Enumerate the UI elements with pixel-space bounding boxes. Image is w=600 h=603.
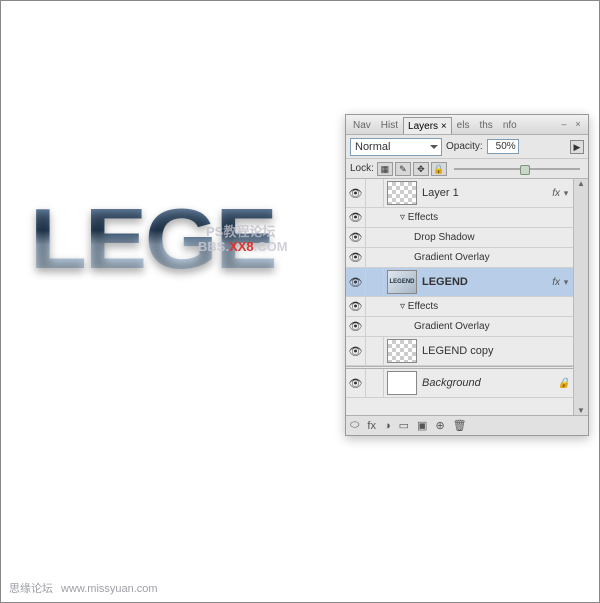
visibility-toggle[interactable]: 👁 [346, 337, 366, 365]
effects-row[interactable]: 👁▿ Effects [346, 208, 573, 228]
scroll-up-icon[interactable]: ▲ [577, 179, 585, 188]
effect-item[interactable]: 👁Gradient Overlay [346, 248, 573, 268]
footer-icon-2[interactable]: ◑ [384, 420, 391, 432]
visibility-toggle[interactable]: 👁 [346, 268, 366, 296]
footer-icon-6[interactable]: 🗑 [453, 419, 467, 432]
opacity-slider[interactable] [454, 166, 580, 172]
visibility-toggle[interactable]: 👁 [346, 179, 366, 207]
layer-name[interactable]: Layer 1 [422, 187, 552, 199]
panel-tab-nav[interactable]: Nav [348, 116, 376, 133]
effects-toggle[interactable]: ▾ [563, 277, 573, 288]
scroll-down-icon[interactable]: ▼ [577, 406, 585, 415]
panel-footer: ⬭ fx ◑ ▭ ▣ ⊕ 🗑 [346, 415, 588, 435]
visibility-toggle[interactable]: 👁 [346, 208, 366, 227]
visibility-toggle[interactable]: 👁 [346, 317, 366, 336]
panel-minimize-icon[interactable]: – [558, 119, 570, 131]
panel-tab-ths[interactable]: ths [474, 116, 497, 133]
watermark-cn: PS教程论坛 [206, 221, 275, 240]
effect-item[interactable]: 👁Gradient Overlay [346, 317, 573, 337]
panel-tab-hist[interactable]: Hist [376, 116, 403, 133]
layer-list: 👁Layer 1fx▾👁▿ Effects👁Drop Shadow👁Gradie… [346, 179, 573, 415]
layer-thumbnail[interactable] [387, 181, 417, 205]
layer-thumbnail[interactable] [387, 371, 417, 395]
lock-option-2[interactable]: ✥ [413, 162, 429, 176]
opacity-label: Opacity: [446, 141, 483, 152]
effects-row[interactable]: 👁▿ Effects [346, 297, 573, 317]
blend-mode-select[interactable]: Normal [350, 138, 442, 156]
visibility-toggle[interactable]: 👁 [346, 248, 366, 267]
footer-icon-3[interactable]: ▭ [399, 419, 409, 432]
layer-thumbnail[interactable] [387, 339, 417, 363]
lock-option-3[interactable]: 🔒 [431, 162, 447, 176]
panel-tab-els[interactable]: els [452, 116, 475, 133]
lock-option-1[interactable]: ✎ [395, 162, 411, 176]
visibility-toggle[interactable]: 👁 [346, 297, 366, 316]
layer-row[interactable]: 👁 Layer 1fx▾ [346, 179, 573, 208]
layer-name[interactable]: Background [422, 377, 558, 389]
panel-tab-layers[interactable]: Layers × [403, 117, 452, 134]
footer-icon-0[interactable]: ⬭ [350, 419, 359, 432]
layer-row[interactable]: 👁 Background🔒 [346, 369, 573, 398]
layer-name[interactable]: LEGEND copy [422, 345, 573, 357]
layers-panel: NavHistLayers ×elsthsnfo – × Normal Opac… [345, 114, 589, 436]
lock-option-0[interactable]: ▦ [377, 162, 393, 176]
layer-name[interactable]: LEGEND [422, 276, 552, 288]
fx-badge: fx [552, 188, 563, 199]
layer-thumbnail[interactable]: LEGEND [387, 270, 417, 294]
visibility-toggle[interactable]: 👁 [346, 228, 366, 247]
page-footer: 思缘论坛www.missyuan.com [9, 580, 158, 596]
fx-badge: fx [552, 277, 563, 288]
layer-row[interactable]: 👁LEGENDLEGENDfx▾ [346, 268, 573, 297]
lock-label: Lock: [350, 163, 374, 174]
panel-tabstrip: NavHistLayers ×elsthsnfo – × [346, 115, 588, 135]
lock-icon: 🔒 [558, 378, 573, 389]
watermark-url: BBS.XX8.COM [198, 239, 288, 254]
effects-toggle[interactable]: ▾ [563, 188, 573, 199]
opacity-input[interactable]: 50% [487, 139, 519, 154]
visibility-toggle[interactable]: 👁 [346, 369, 366, 397]
panel-close-icon[interactable]: × [572, 119, 584, 131]
scrollbar[interactable]: ▲ ▼ [573, 179, 588, 415]
opacity-flyout-button[interactable]: ▶ [570, 140, 584, 154]
footer-icon-4[interactable]: ▣ [417, 419, 427, 432]
footer-icon-1[interactable]: fx [367, 420, 376, 432]
layer-row[interactable]: 👁 LEGEND copy [346, 337, 573, 366]
footer-icon-5[interactable]: ⊕ [435, 419, 444, 432]
panel-tab-nfo[interactable]: nfo [498, 116, 522, 133]
effect-item[interactable]: 👁Drop Shadow [346, 228, 573, 248]
